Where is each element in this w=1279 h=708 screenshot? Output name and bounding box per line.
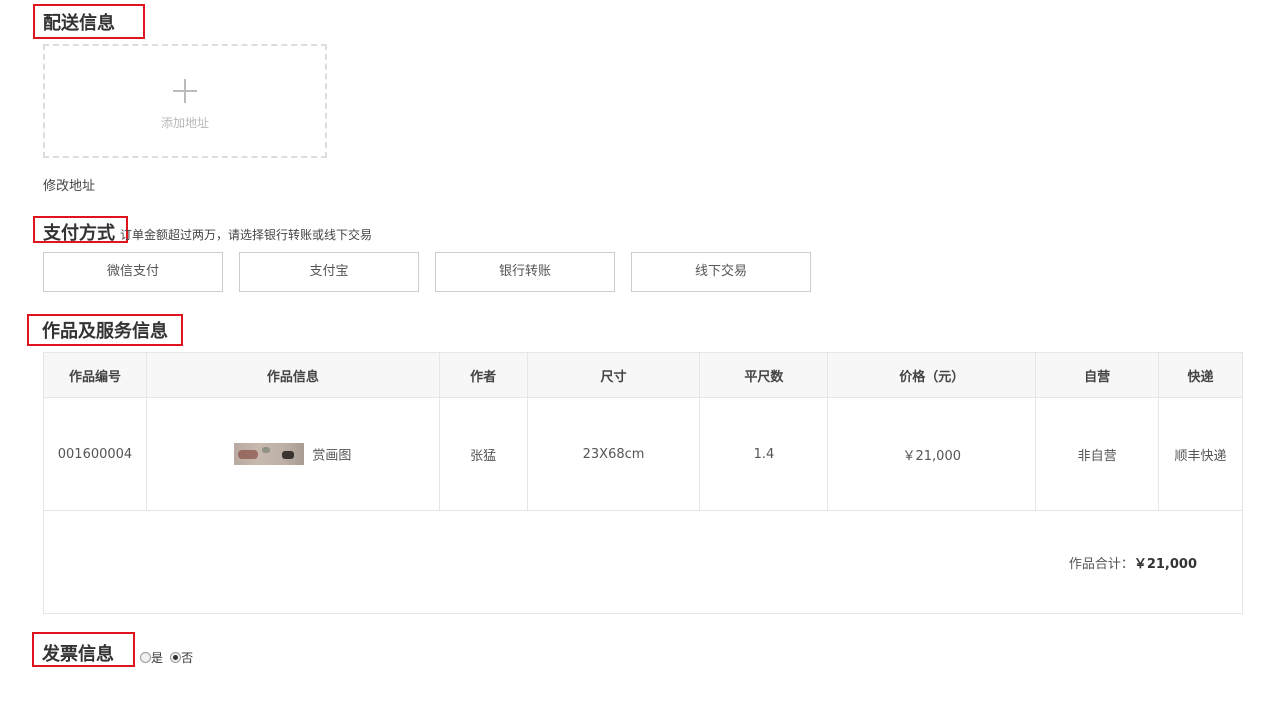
cell-author: 张猛 (438, 397, 528, 511)
col-header-info: 作品信息 (145, 352, 440, 398)
total-row: 作品合计：￥21,000 (43, 510, 1243, 614)
cell-size: 23X68cm (526, 397, 701, 511)
invoice-yes-label: 是 (151, 651, 164, 665)
invoice-radio-group: 是 否 (140, 647, 193, 666)
cell-self-operated: 非自营 (1035, 397, 1160, 511)
col-header-price: 价格（元） (827, 352, 1037, 398)
table-row: 001600004 赏画图 张猛 23X68cm 1.4 ￥21,000 非自营… (43, 397, 1243, 511)
table-header-row: 作品编号 作品信息 作者 尺寸 平尺数 价格（元） 自营 快递 (43, 352, 1243, 398)
highlight-box-delivery (33, 4, 145, 39)
total-label: 作品合计： (1068, 556, 1134, 572)
add-address-label: 添加地址 (160, 116, 209, 130)
col-header-shipping: 快递 (1158, 352, 1243, 398)
cell-price: ￥21,000 (827, 397, 1037, 511)
edit-address-link[interactable]: 修改地址 (43, 175, 95, 194)
cell-shipping: 顺丰快递 (1158, 397, 1243, 511)
cell-sqft: 1.4 (699, 397, 829, 511)
pay-option-offline[interactable]: 线下交易 (631, 252, 811, 292)
pay-option-wechat[interactable]: 微信支付 (43, 252, 223, 292)
cell-id: 001600004 (43, 397, 147, 511)
col-header-size: 尺寸 (526, 352, 701, 398)
plus-icon (173, 79, 197, 103)
col-header-id: 作品编号 (43, 352, 147, 398)
highlight-box-payment (33, 216, 128, 243)
col-header-self-operated: 自营 (1035, 352, 1160, 398)
pay-option-alipay[interactable]: 支付宝 (239, 252, 419, 292)
invoice-yes-radio[interactable] (140, 652, 151, 663)
col-header-author: 作者 (438, 352, 528, 398)
add-address-button[interactable]: 添加地址 (43, 44, 327, 158)
total-amount: ￥21,000 (1133, 556, 1197, 572)
artwork-thumbnail[interactable] (234, 443, 305, 465)
cell-info: 赏画图 (145, 397, 440, 511)
highlight-box-products (27, 314, 183, 346)
artwork-name[interactable]: 赏画图 (312, 449, 351, 464)
products-table: 作品编号 作品信息 作者 尺寸 平尺数 价格（元） 自营 快递 00160000… (43, 352, 1243, 614)
highlight-box-invoice (32, 632, 135, 667)
invoice-no-label: 否 (181, 651, 194, 665)
total-cell: 作品合计：￥21,000 (43, 510, 1243, 614)
pay-option-bank-transfer[interactable]: 银行转账 (435, 252, 615, 292)
col-header-sqft: 平尺数 (699, 352, 829, 398)
invoice-no-radio[interactable] (170, 652, 182, 663)
payment-note: 订单金额超过两万，请选择银行转账或线下交易 (120, 228, 373, 242)
